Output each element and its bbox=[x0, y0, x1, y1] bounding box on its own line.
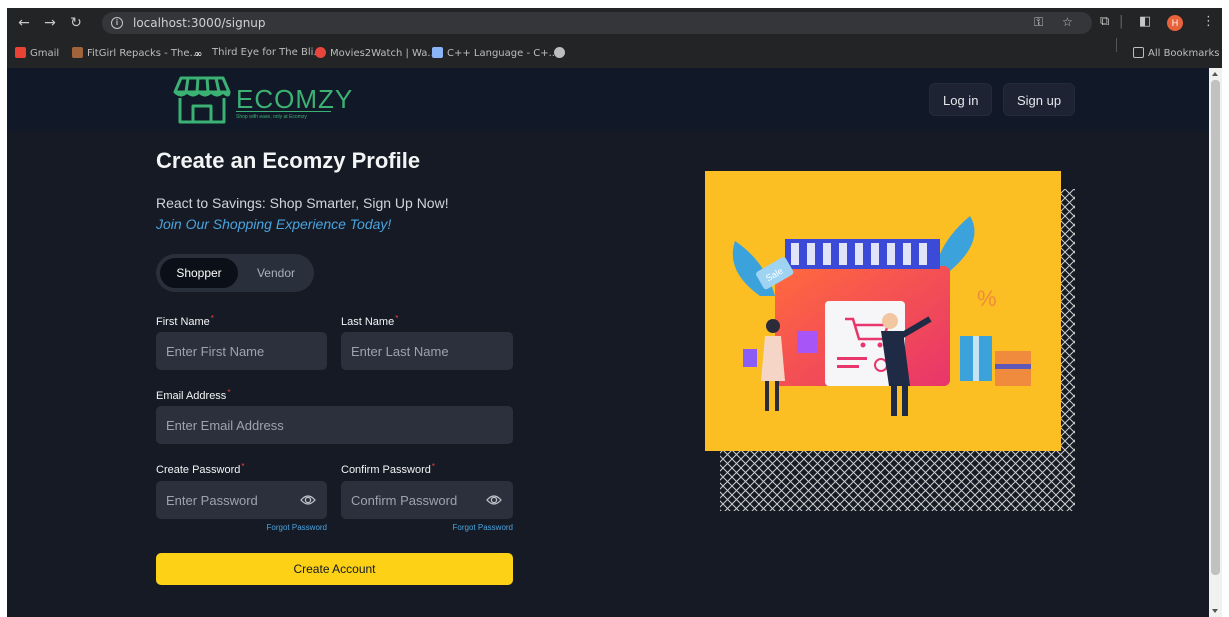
scroll-thumb[interactable] bbox=[1211, 80, 1220, 575]
browser-toolbar: ← → ↻ i localhost:3000/signup ⚿ ☆ ⧉ | ◧ … bbox=[7, 8, 1222, 38]
email-field bbox=[156, 406, 513, 444]
page-title: Create an Ecomzy Profile bbox=[156, 148, 421, 173]
bookmark-cpp[interactable]: C++ Language - C+... bbox=[432, 47, 558, 59]
address-bar[interactable]: i localhost:3000/signup ⚿ ☆ bbox=[102, 12, 1092, 34]
signup-button[interactable]: Sign up bbox=[1003, 83, 1076, 116]
browser-chrome: ← → ↻ i localhost:3000/signup ⚿ ☆ ⧉ | ◧ … bbox=[7, 8, 1222, 68]
globe-icon bbox=[554, 47, 565, 58]
all-bookmarks[interactable]: All Bookmarks bbox=[1133, 47, 1219, 59]
back-arrow-icon[interactable]: ← bbox=[15, 14, 33, 32]
required-mark: * bbox=[395, 314, 399, 323]
tab-vendor[interactable]: Vendor bbox=[246, 258, 306, 288]
scroll-up-arrow-icon[interactable] bbox=[1212, 72, 1218, 76]
forward-arrow-icon[interactable]: → bbox=[41, 14, 59, 32]
toolbar-divider: | bbox=[1119, 14, 1124, 29]
confirm-password-label: Confirm Password* bbox=[341, 462, 435, 476]
tab-shopper[interactable]: Shopper bbox=[160, 258, 238, 288]
first-name-field bbox=[156, 332, 327, 370]
bookmarks-divider bbox=[1116, 38, 1117, 52]
email-label: Email Address* bbox=[156, 388, 231, 402]
bookmark-globe[interactable] bbox=[554, 47, 569, 59]
signup-page: ECOMZY Shop with ease, only at Ecomzy Lo… bbox=[7, 68, 1209, 617]
page-scrollbar[interactable] bbox=[1209, 68, 1222, 617]
key-icon[interactable]: ⚿ bbox=[1034, 15, 1043, 30]
last-name-field bbox=[341, 332, 513, 370]
page-subtitle: React to Savings: Shop Smarter, Sign Up … bbox=[156, 195, 449, 211]
forgot-password-link[interactable]: Forgot Password bbox=[156, 523, 327, 532]
account-type-toggle: Shopper Vendor bbox=[156, 254, 314, 292]
bookmark-gmail[interactable]: Gmail bbox=[15, 47, 59, 59]
scroll-down-arrow-icon[interactable] bbox=[1212, 609, 1218, 613]
logo-underline bbox=[236, 111, 331, 112]
login-button[interactable]: Log in bbox=[929, 83, 993, 116]
play-icon bbox=[315, 47, 326, 58]
last-name-label: Last Name* bbox=[341, 314, 399, 328]
eye-icon[interactable] bbox=[486, 493, 502, 507]
bookmark-movies2watch[interactable]: Movies2Watch | Wa... bbox=[315, 47, 437, 59]
fitgirl-icon bbox=[72, 47, 83, 58]
eye-icon[interactable] bbox=[300, 493, 316, 507]
email-input[interactable] bbox=[156, 406, 513, 444]
hero-illustration: Sale % bbox=[705, 171, 1075, 511]
bookmark-fitgirl[interactable]: FitGirl Repacks - The... bbox=[72, 47, 199, 59]
required-mark: * bbox=[210, 314, 214, 323]
first-name-label: First Name* bbox=[156, 314, 214, 328]
required-mark: * bbox=[241, 462, 245, 471]
create-password-field bbox=[156, 481, 327, 519]
cpp-icon bbox=[432, 47, 443, 58]
site-info-icon[interactable]: i bbox=[111, 17, 123, 29]
ecomzy-logo[interactable]: ECOMZY Shop with ease, only at Ecomzy bbox=[173, 74, 352, 126]
menu-kebab-icon[interactable]: ⋮ bbox=[1202, 14, 1215, 29]
star-icon[interactable]: ☆ bbox=[1062, 15, 1073, 29]
create-password-label: Create Password* bbox=[156, 462, 245, 476]
first-name-input[interactable] bbox=[156, 332, 327, 370]
logo-tagline: Shop with ease, only at Ecomzy bbox=[236, 114, 307, 120]
reload-icon[interactable]: ↻ bbox=[67, 14, 85, 32]
url-text: localhost:3000/signup bbox=[133, 16, 266, 30]
page-tagline: Join Our Shopping Experience Today! bbox=[156, 216, 392, 232]
site-navbar: ECOMZY Shop with ease, only at Ecomzy Lo… bbox=[7, 68, 1209, 131]
storefront-icon bbox=[173, 76, 231, 124]
profile-avatar[interactable]: H bbox=[1167, 15, 1183, 31]
required-mark: * bbox=[431, 462, 435, 471]
last-name-input[interactable] bbox=[341, 332, 513, 370]
bookmarks-bar: Gmail FitGirl Repacks - The... ∞ Third Ey… bbox=[7, 40, 1222, 66]
create-account-button[interactable]: Create Account bbox=[156, 553, 513, 585]
infinity-icon: ∞ bbox=[194, 49, 203, 60]
percent-symbol: % bbox=[977, 286, 997, 311]
extensions-icon[interactable]: ⧉ bbox=[1100, 14, 1109, 29]
forgot-password-link[interactable]: Forgot Password bbox=[341, 523, 513, 532]
bookmark-third-eye[interactable]: ∞ Third Eye for The Bli... bbox=[194, 47, 323, 60]
gmail-icon bbox=[15, 47, 26, 58]
folder-icon bbox=[1133, 47, 1144, 58]
confirm-password-field bbox=[341, 481, 513, 519]
side-panel-icon[interactable]: ◧ bbox=[1139, 14, 1151, 29]
required-mark: * bbox=[227, 388, 231, 397]
